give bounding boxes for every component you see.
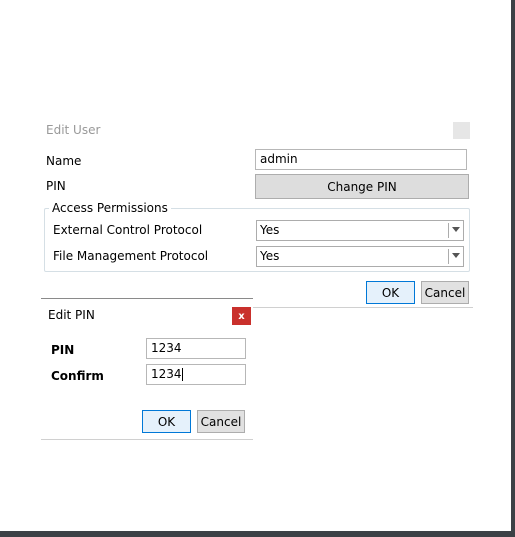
text-cursor [181,368,183,381]
name-input[interactable]: admin [255,149,467,170]
edit-user-cancel-button[interactable]: Cancel [421,281,469,304]
edit-user-ok-button[interactable]: OK [366,281,415,304]
window-frame-bottom [0,531,515,537]
external-control-select[interactable]: Yes [256,220,464,241]
edit-pin-title: Edit PIN [48,308,95,322]
combo-separator [448,249,449,264]
access-permissions-legend: Access Permissions [49,201,171,215]
combo-separator [448,223,449,238]
pin-input[interactable]: 1234 [146,338,246,359]
pin-label: PIN [46,179,66,193]
chevron-down-icon[interactable] [452,253,460,258]
file-management-select[interactable]: Yes [256,246,464,267]
change-pin-button[interactable]: Change PIN [255,174,469,199]
pin-field-label: PIN [51,343,75,357]
confirm-field-label: Confirm [51,369,104,383]
close-icon[interactable] [453,122,470,139]
permission-label-external-control: External Control Protocol [53,223,203,237]
edit-pin-cancel-button[interactable]: Cancel [197,410,245,433]
edit-user-title: Edit User [46,123,101,137]
edit-user-dialog: Edit User Name admin PIN Change PIN Acce… [41,116,473,308]
external-control-value: Yes [260,223,280,237]
window-frame-right [511,0,515,537]
chevron-down-icon[interactable] [452,227,460,232]
file-management-value: Yes [260,249,280,263]
edit-pin-dialog: Edit PIN x PIN 1234 Confirm 1234 OK Canc… [41,298,253,440]
confirm-pin-input[interactable]: 1234 [146,364,246,385]
confirm-pin-value: 1234 [151,367,182,381]
access-permissions-group: Access Permissions External Control Prot… [44,201,470,272]
name-label: Name [46,154,82,168]
edit-pin-ok-button[interactable]: OK [142,410,191,433]
close-icon[interactable]: x [232,307,251,325]
permission-label-file-management: File Management Protocol [53,249,209,263]
